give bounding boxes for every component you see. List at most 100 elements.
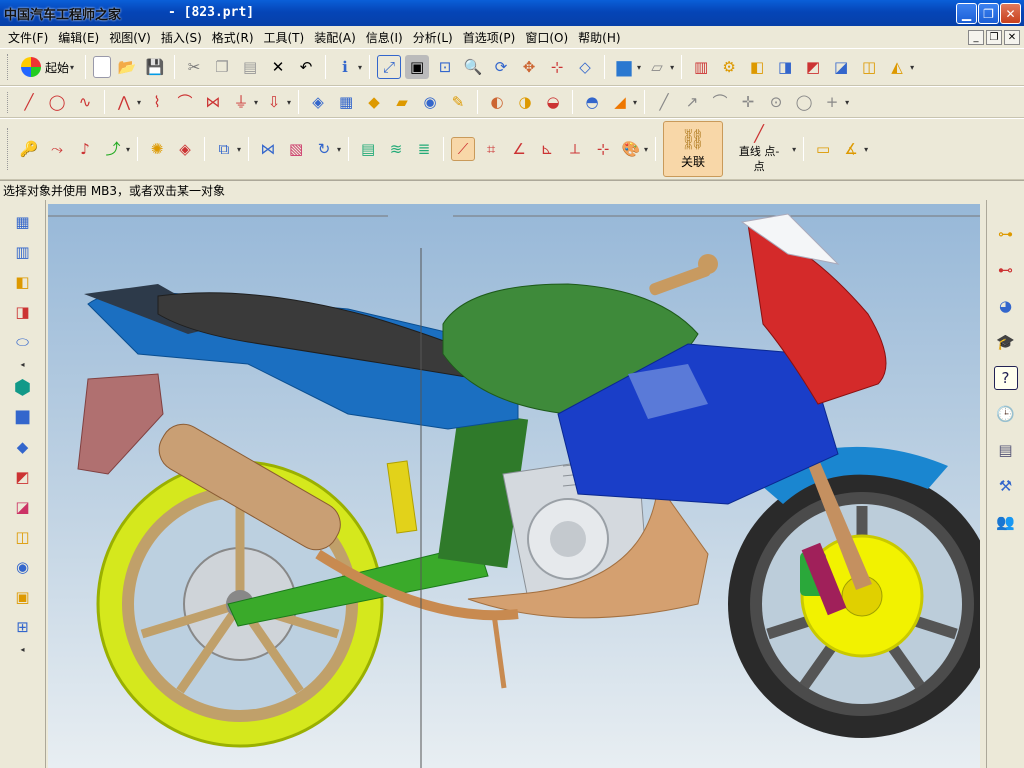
feature-icon-1[interactable]: ✺ xyxy=(145,137,169,161)
assembly-sequence-icon[interactable]: ◭ xyxy=(885,55,909,79)
feature-icon-3[interactable]: ⧉ xyxy=(212,137,236,161)
assembly-reposition-icon[interactable]: ◩ xyxy=(801,55,825,79)
plus-icon[interactable]: + xyxy=(820,90,844,114)
pan-icon[interactable]: ✥ xyxy=(517,55,541,79)
orient-view-icon[interactable]: ⊹ xyxy=(545,55,569,79)
edit-feature-icon-1[interactable]: 🔑 xyxy=(17,137,41,161)
block-feature-icon[interactable]: ■ xyxy=(11,405,35,429)
surface-icon-3[interactable]: ◆ xyxy=(362,90,386,114)
shaded-cube-icon[interactable]: ■ xyxy=(612,55,636,79)
spline-icon[interactable]: ∿ xyxy=(73,90,97,114)
start-button[interactable]: 起始 ▾ xyxy=(17,54,78,80)
pocket-icon[interactable]: ◆ xyxy=(11,435,35,459)
perspective-icon[interactable]: ◇ xyxy=(573,55,597,79)
menu-help[interactable]: 帮助(H) xyxy=(578,29,620,46)
assembly-constraint-icon[interactable]: ◨ xyxy=(773,55,797,79)
delete-icon[interactable]: ✕ xyxy=(266,55,290,79)
fit-view-icon[interactable]: ⤢ xyxy=(377,55,402,79)
training-tab-icon[interactable]: 🎓 xyxy=(994,330,1018,354)
assembly-mate-icon[interactable]: ◪ xyxy=(829,55,853,79)
measure-distance-icon[interactable]: ▭ xyxy=(811,137,835,161)
datum-csys-icon-4[interactable]: ⟂ xyxy=(563,137,587,161)
history-tab-icon[interactable]: ◕ xyxy=(994,294,1018,318)
menu-edit[interactable]: 编辑(E) xyxy=(58,29,99,46)
cut-icon[interactable]: ✂ xyxy=(182,55,206,79)
undo-icon[interactable]: ↶ xyxy=(294,55,318,79)
restore-button[interactable]: ❐ xyxy=(978,3,999,24)
help-tab-icon[interactable]: ? xyxy=(993,366,1018,390)
copy-icon[interactable]: ❐ xyxy=(210,55,234,79)
menu-view[interactable]: 视图(V) xyxy=(109,29,151,46)
render-style-icon[interactable]: ▱ xyxy=(645,55,669,79)
curve-project-icon[interactable]: ⏚ xyxy=(229,90,253,114)
line-icon[interactable]: ╱ xyxy=(652,90,676,114)
boolean-icon[interactable]: ▣ xyxy=(11,585,35,609)
mdi-restore-button[interactable]: ❐ xyxy=(986,30,1002,45)
boss-icon[interactable]: ◨ xyxy=(11,300,35,324)
selection-info-icon[interactable]: ℹ xyxy=(333,55,357,79)
assembly-component-icon[interactable]: ◧ xyxy=(745,55,769,79)
curve-offset-icon[interactable]: ⋀ xyxy=(112,90,136,114)
toolbar-grip[interactable] xyxy=(7,128,10,170)
feature-icon-2[interactable]: ◈ xyxy=(173,137,197,161)
surface-icon-6[interactable]: ✎ xyxy=(446,90,470,114)
surface-edit-icon-5[interactable]: ◢ xyxy=(608,90,632,114)
minimize-button[interactable]: ▁ xyxy=(956,3,977,24)
menu-preferences[interactable]: 首选项(P) xyxy=(463,29,516,46)
surface-icon-5[interactable]: ◉ xyxy=(418,90,442,114)
line-point-to-point-button[interactable]: ╱ 直线 点- 点 xyxy=(727,121,791,177)
menu-tools[interactable]: 工具(T) xyxy=(264,29,305,46)
palette-icon[interactable]: 🎨 xyxy=(619,137,643,161)
menu-format[interactable]: 格式(R) xyxy=(212,29,254,46)
datum-csys-icon-3[interactable]: ⊾ xyxy=(535,137,559,161)
datum-plane-icon-2[interactable]: ≋ xyxy=(384,137,408,161)
part-navigator-tab-icon[interactable]: ⊷ xyxy=(994,258,1018,282)
close-button[interactable]: ✕ xyxy=(1000,3,1021,24)
pattern-icon[interactable]: ⊞ xyxy=(11,615,35,639)
curve-bridge-icon[interactable]: ⌇ xyxy=(145,90,169,114)
shell-icon[interactable]: ◧ xyxy=(11,270,35,294)
curve-extract-icon[interactable]: ⇩ xyxy=(262,90,286,114)
graphics-window[interactable] xyxy=(48,204,980,768)
circle-center-icon[interactable]: ⊙ xyxy=(764,90,788,114)
pad-icon[interactable]: ◫ xyxy=(11,525,35,549)
save-icon[interactable]: 💾 xyxy=(143,55,167,79)
roles-tab-icon[interactable]: 👥 xyxy=(994,510,1018,534)
menu-analysis[interactable]: 分析(L) xyxy=(413,29,453,46)
sphere-feature-icon[interactable]: ⬢ xyxy=(11,375,35,399)
cylinder-icon[interactable]: ⬭ xyxy=(11,330,35,354)
curve-trim-icon[interactable]: ⋈ xyxy=(201,90,225,114)
menu-window[interactable]: 窗口(O) xyxy=(525,29,568,46)
surface-edit-icon-1[interactable]: ◐ xyxy=(485,90,509,114)
zoom-icon[interactable]: 🔍 xyxy=(461,55,485,79)
extrude-face-icon[interactable]: ▥ xyxy=(11,240,35,264)
associative-toggle-button[interactable]: ⛓ 关联 xyxy=(663,121,724,177)
datum-csys-icon-1[interactable]: ⌗ xyxy=(479,137,503,161)
feature-icon-6[interactable]: ↻ xyxy=(312,137,336,161)
basic-curve-icon[interactable]: ╱ xyxy=(17,90,41,114)
assembly-load-icon[interactable]: ▥ xyxy=(689,55,713,79)
edit-feature-icon-4[interactable]: ⤴ xyxy=(101,137,125,161)
surface-edit-icon-4[interactable]: ◓ xyxy=(580,90,604,114)
hole-icon[interactable]: ◉ xyxy=(11,555,35,579)
circle-outline-icon[interactable]: ◯ xyxy=(792,90,816,114)
assembly-navigator-tab-icon[interactable]: ⊶ xyxy=(994,222,1018,246)
measure-angle-icon[interactable]: ∡ xyxy=(839,137,863,161)
point-cross-icon[interactable]: ✛ xyxy=(736,90,760,114)
mdi-minimize-button[interactable]: _ xyxy=(968,30,984,45)
circle-icon[interactable]: ◯ xyxy=(45,90,69,114)
datum-csys-icon-5[interactable]: ⊹ xyxy=(591,137,615,161)
surface-icon-1[interactable]: ◈ xyxy=(306,90,330,114)
surface-icon-2[interactable]: ▦ xyxy=(334,90,358,114)
toolbar-grip[interactable] xyxy=(7,54,10,80)
groove-icon[interactable]: ◪ xyxy=(11,495,35,519)
process-tab-icon[interactable]: ⚒ xyxy=(994,474,1018,498)
menu-insert[interactable]: 插入(S) xyxy=(161,29,202,46)
arc-icon[interactable]: ⌒ xyxy=(708,90,732,114)
menu-information[interactable]: 信息(I) xyxy=(366,29,403,46)
datum-plane-icon-1[interactable]: ▤ xyxy=(356,137,380,161)
rotate-icon[interactable]: ⟳ xyxy=(489,55,513,79)
surface-icon-4[interactable]: ▰ xyxy=(390,90,414,114)
menu-assemblies[interactable]: 装配(A) xyxy=(314,29,356,46)
slot-icon[interactable]: ◩ xyxy=(11,465,35,489)
